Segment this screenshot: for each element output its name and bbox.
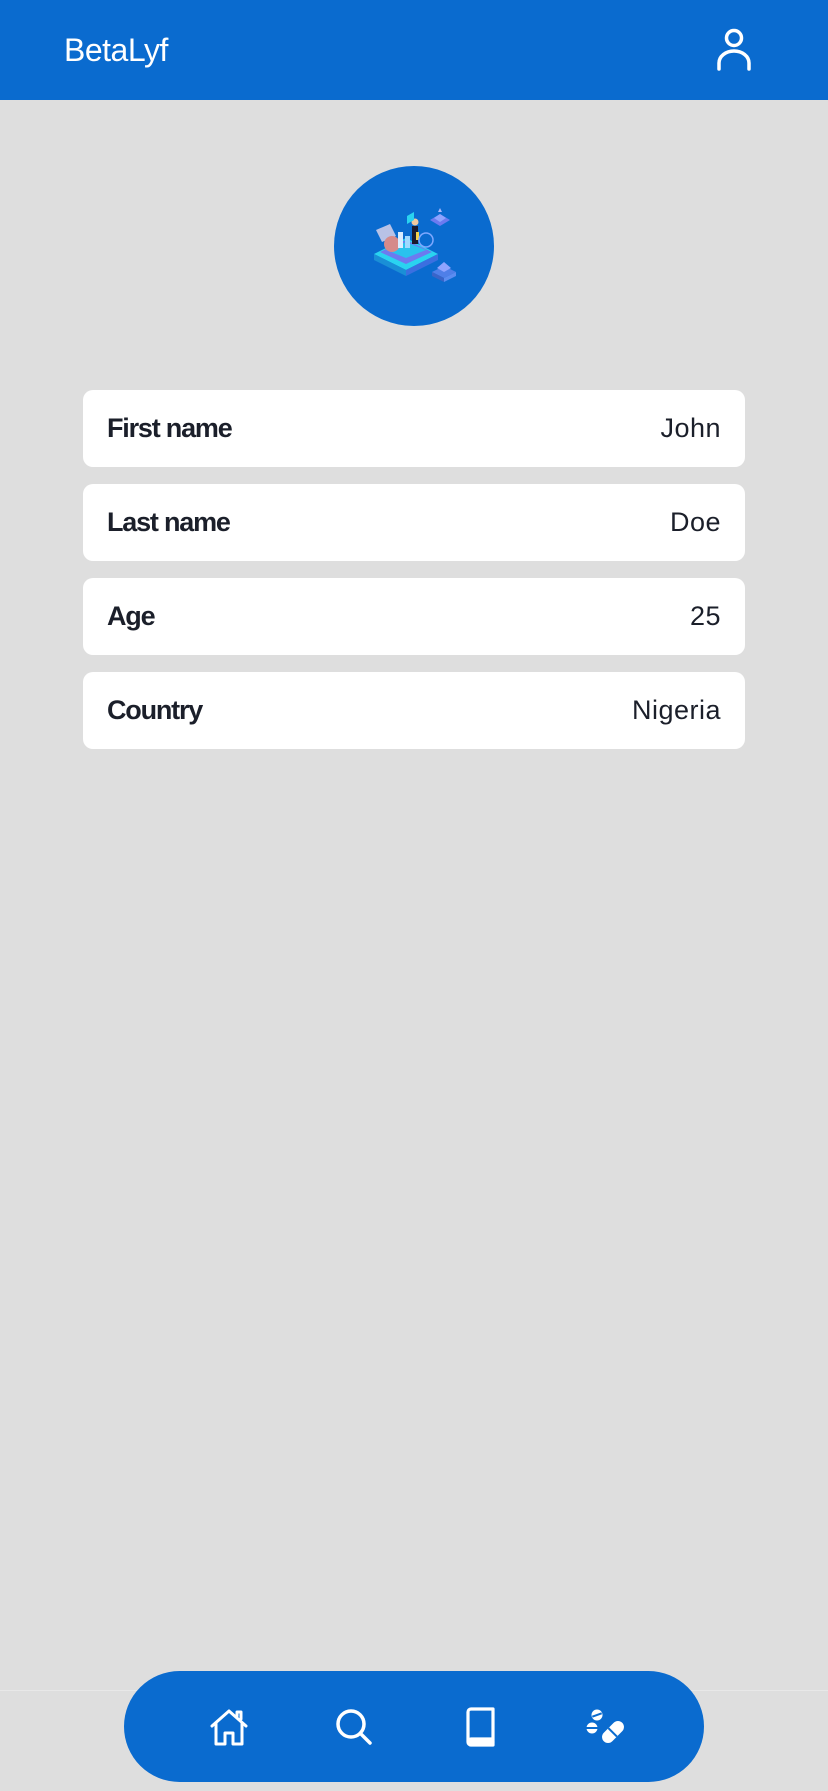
age-row: Age 25	[83, 578, 745, 655]
profile-button[interactable]	[712, 26, 756, 74]
isometric-illustration-icon	[374, 208, 456, 282]
first-name-label: First name	[107, 413, 233, 443]
last-name-row: Last name Doe	[83, 484, 745, 561]
age-value: 25	[689, 601, 721, 631]
nav-library-button[interactable]	[457, 1704, 503, 1750]
top-app-bar: BetaLyf	[0, 0, 828, 100]
avatar	[334, 166, 494, 326]
book-icon	[466, 1706, 495, 1747]
country-value: Nigeria	[631, 695, 721, 725]
app-title: BetaLyf	[64, 31, 168, 68]
app-root: BetaLyf First name John Last name Doe Ag…	[0, 0, 828, 1791]
first-name-value: John	[660, 413, 721, 443]
last-name-label: Last name	[107, 507, 231, 537]
age-label: Age	[107, 601, 156, 631]
country-label: Country	[107, 695, 203, 725]
profile-details: First name John Last name Doe Age 25 Cou…	[83, 390, 745, 766]
nav-search-button[interactable]	[331, 1704, 377, 1750]
last-name-value: Doe	[669, 507, 721, 537]
first-name-row: First name John	[83, 390, 745, 467]
search-icon	[336, 1708, 373, 1745]
nav-home-button[interactable]	[206, 1704, 252, 1750]
pills-icon	[585, 1709, 624, 1743]
country-row: Country Nigeria	[83, 672, 745, 749]
bottom-navigation	[124, 1671, 704, 1782]
user-icon	[717, 28, 751, 71]
home-icon	[210, 1709, 248, 1745]
nav-medication-button[interactable]	[582, 1704, 628, 1750]
